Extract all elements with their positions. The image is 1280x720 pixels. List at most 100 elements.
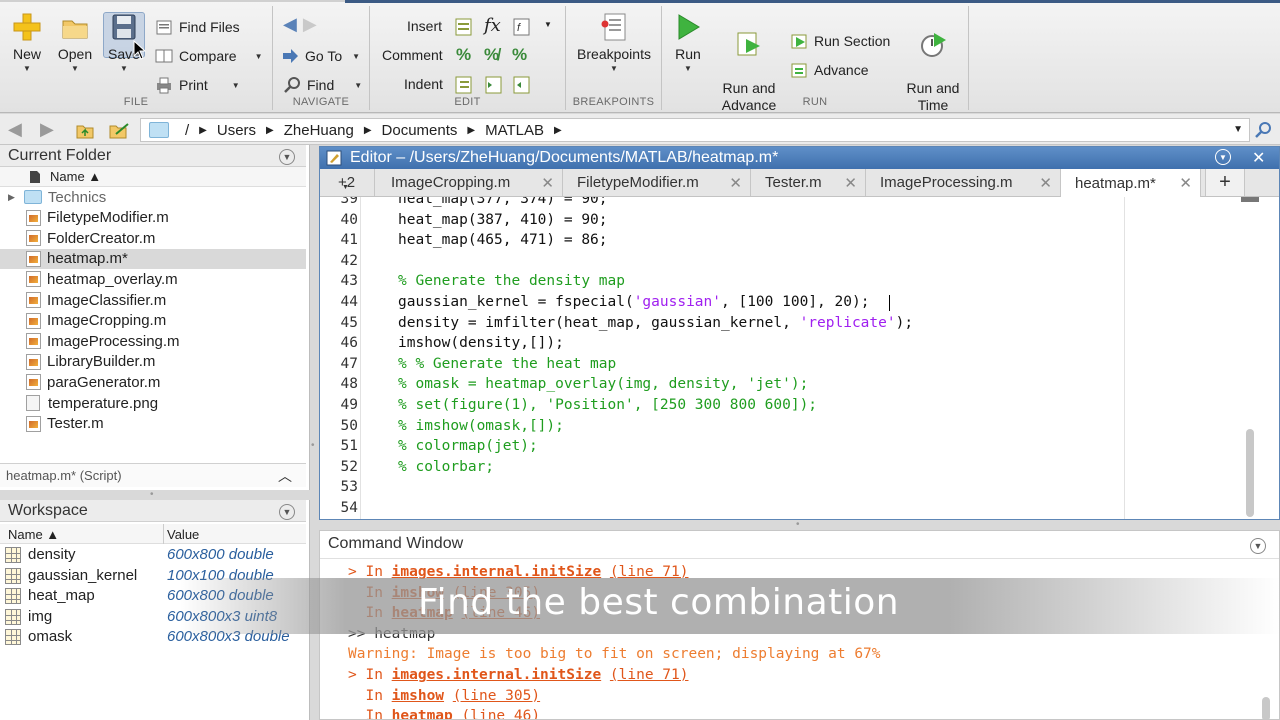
tab-overflow[interactable]: +2 ▼ (320, 169, 375, 196)
error-link[interactable]: (line 305) (453, 688, 540, 704)
error-link[interactable]: (line 71) (610, 667, 689, 683)
insert-dropdown-icon[interactable]: ▼ (544, 20, 552, 29)
tab-imagecropping[interactable]: ImageCropping.m ✕ (377, 169, 563, 196)
details-collapse-icon[interactable]: ︿ (278, 466, 292, 486)
ws-value-header[interactable]: Value (167, 527, 199, 542)
tab-close-icon[interactable]: ✕ (1179, 174, 1192, 192)
command-window-menu-icon[interactable]: ▼ (1250, 538, 1266, 554)
error-link[interactable]: imshow (392, 688, 444, 704)
path-segment-documents[interactable]: Documents (382, 122, 458, 139)
run-section-button[interactable]: Run Section (790, 32, 890, 50)
path-segment-users[interactable]: Users (217, 122, 256, 139)
file-row[interactable]: FiletypeModifier.m (0, 208, 306, 228)
error-link[interactable]: images.internal.initSize (392, 667, 602, 683)
file-row[interactable]: LibraryBuilder.m (0, 352, 306, 372)
expand-arrow-icon[interactable]: ▶ (8, 192, 15, 203)
goto-button[interactable]: Go To ▼ (281, 47, 360, 65)
path-sep-icon: ▶ (554, 124, 562, 136)
workspace-menu-icon[interactable]: ▼ (279, 504, 295, 520)
code-line[interactable]: % imshow(omask,[]); (398, 418, 564, 434)
tab-tester[interactable]: Tester.m ✕ (751, 169, 866, 196)
code-line[interactable]: heat_map(377, 374) = 90; (398, 197, 608, 207)
code-line[interactable]: gaussian_kernel = fspecial('gaussian', [… (398, 294, 869, 310)
tab-heatmap[interactable]: heatmap.m* ✕ (1061, 169, 1201, 197)
error-link[interactable]: heatmap (392, 708, 453, 719)
tab-close-icon[interactable]: ✕ (844, 174, 857, 192)
up-folder-icon[interactable] (75, 120, 95, 140)
file-row[interactable]: ImageProcessing.m (0, 331, 306, 351)
code-line[interactable]: % omask = heatmap_overlay(img, density, … (398, 376, 808, 392)
browse-folder-icon[interactable] (108, 120, 130, 140)
file-row[interactable]: heatmap.m* (0, 248, 306, 269)
find-files-button[interactable]: Find Files (155, 18, 240, 36)
smart-indent-icon[interactable] (454, 75, 474, 95)
file-row[interactable]: ImageCropping.m (0, 311, 306, 331)
caption-text: Find the best combination (418, 582, 900, 623)
new-tab-button[interactable]: + (1205, 169, 1245, 196)
breakpoints-button[interactable]: Breakpoints ▼ (572, 12, 656, 73)
tab-close-icon[interactable]: ✕ (729, 174, 742, 192)
new-button[interactable]: New ▼ (6, 12, 48, 73)
code-area[interactable]: 39 heat_map(377, 374) = 90; 40 heat_map(387… (320, 197, 1279, 519)
vertical-splitter-icon[interactable]: • (150, 489, 154, 500)
forward-folder-icon[interactable]: ▶ (40, 119, 54, 140)
find-button[interactable]: Find ▼ (283, 76, 362, 94)
increase-indent-icon[interactable] (484, 75, 504, 95)
horizontal-splitter-icon[interactable]: • (311, 440, 315, 451)
wrap-comments-icon[interactable]: % (512, 45, 527, 65)
advance-button[interactable]: Advance (790, 61, 868, 79)
address-bar: ◀ ▶ / ▶ Users ▶ ZheHuang ▶ Documents ▶ M… (0, 114, 1280, 145)
insert-section-icon[interactable] (454, 17, 474, 37)
tab-close-icon[interactable]: ✕ (1039, 174, 1052, 192)
back-folder-icon[interactable]: ◀ (8, 119, 22, 140)
name-column-header[interactable]: Name ▲ (50, 169, 101, 184)
code-line[interactable]: % % Generate the heat map (398, 356, 616, 372)
path-segment-matlab[interactable]: MATLAB (485, 122, 544, 139)
code-line[interactable]: heat_map(387, 410) = 90; (398, 212, 608, 228)
file-row[interactable]: temperature.png (0, 393, 306, 413)
uncomment-icon[interactable]: %̸ (484, 45, 499, 65)
code-line[interactable]: % set(figure(1), 'Position', [250 300 80… (398, 397, 817, 413)
code-line[interactable]: % colormap(jet); (398, 438, 538, 454)
code-line[interactable]: heat_map(465, 471) = 86; (398, 232, 608, 248)
path-segment-zhehuang[interactable]: ZheHuang (284, 122, 354, 139)
editor-splitter-icon[interactable]: • (796, 519, 800, 530)
editor-scrollbar[interactable] (1246, 429, 1254, 517)
insert-function-icon[interactable]: fx (484, 15, 501, 36)
file-row[interactable]: ImageClassifier.m (0, 290, 306, 310)
variable-grid-icon (5, 588, 21, 605)
insert-function-template-icon[interactable]: f (512, 17, 532, 37)
stopwatch-icon (921, 33, 946, 57)
forward-arrow-icon[interactable]: ▶ (303, 14, 317, 35)
tab-filetypemodifier[interactable]: FiletypeModifier.m ✕ (563, 169, 751, 196)
code-line[interactable]: % Generate the density map (398, 273, 625, 289)
search-folder-icon[interactable] (1254, 121, 1272, 139)
file-row[interactable]: paraGenerator.m (0, 372, 306, 392)
error-link[interactable]: (line 46) (462, 708, 541, 719)
back-arrow-icon[interactable]: ◀ (283, 14, 297, 35)
command-scrollbar[interactable] (1262, 697, 1270, 719)
code-line[interactable]: density = imfilter(heat_map, gaussian_ke… (398, 315, 913, 331)
code-line[interactable]: imshow(density,[]); (398, 335, 564, 351)
run-button[interactable]: Run ▼ (668, 12, 708, 73)
path-field[interactable]: / ▶ Users ▶ ZheHuang ▶ Documents ▶ MATLA… (140, 118, 1250, 142)
ws-name-header[interactable]: Name ▲ (8, 527, 59, 542)
tab-imageprocessing[interactable]: ImageProcessing.m ✕ (866, 169, 1061, 196)
editor-menu-icon[interactable]: ▼ (1215, 149, 1231, 165)
current-folder-menu-icon[interactable]: ▼ (279, 149, 295, 165)
tab-close-icon[interactable]: ✕ (541, 174, 554, 192)
variable-row[interactable]: density 600x800 double (0, 545, 306, 565)
code-line[interactable]: % colorbar; (398, 459, 494, 475)
variable-name: omask (28, 628, 73, 646)
print-button[interactable]: Print ▼ (155, 76, 240, 94)
comment-percent-icon[interactable]: % (456, 45, 471, 65)
file-row[interactable]: heatmap_overlay.m (0, 269, 306, 289)
open-button[interactable]: Open ▼ (53, 12, 97, 73)
file-row[interactable]: FolderCreator.m (0, 228, 306, 248)
path-dropdown-icon[interactable]: ▼ (1233, 124, 1243, 135)
decrease-indent-icon[interactable] (512, 75, 532, 95)
compare-button[interactable]: Compare ▼ (155, 47, 263, 65)
file-row[interactable]: Tester.m (0, 414, 306, 434)
file-row[interactable]: ▶ Technics (0, 187, 306, 207)
editor-close-icon[interactable]: ✕ (1252, 148, 1265, 168)
